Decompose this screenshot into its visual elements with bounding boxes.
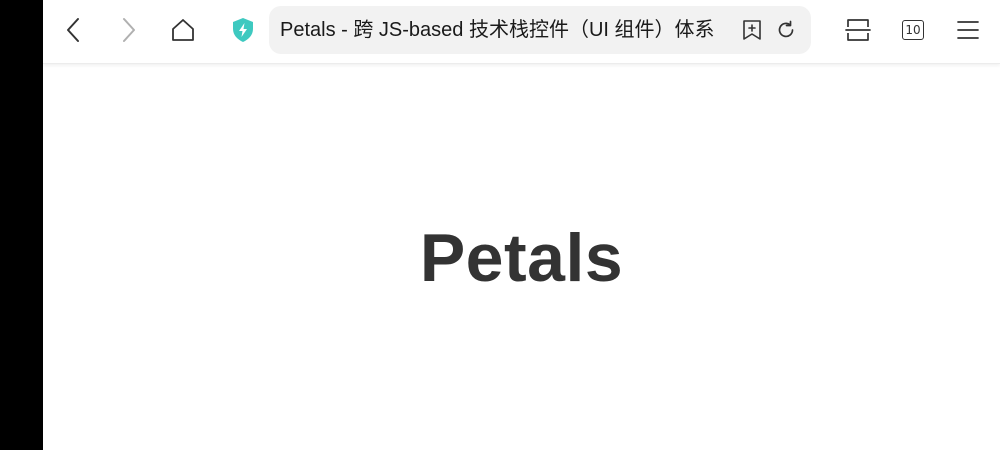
split-view-button[interactable] [840,12,876,48]
address-bar[interactable]: Petals - 跨 JS-based 技术栈控件（UI 组件）体系 [269,6,811,54]
security-shield-icon [233,18,253,42]
bookmark-add-button[interactable] [740,18,764,42]
back-button[interactable] [56,12,92,48]
reload-button[interactable] [774,18,798,42]
tabs-button[interactable]: 10 [895,12,931,48]
page-heading: Petals [419,220,624,296]
menu-icon [957,21,979,39]
menu-button[interactable] [950,12,986,48]
reload-icon [778,20,794,38]
forward-icon [123,18,135,42]
page-title-text[interactable]: Petals - 跨 JS-based 技术栈控件（UI 组件）体系 [280,6,740,54]
home-button[interactable] [165,12,201,48]
browser-toolbar: Petals - 跨 JS-based 技术栈控件（UI 组件）体系 10 [43,0,1000,64]
bookmark-add-icon [743,20,761,40]
tabs-icon: 10 [902,20,924,40]
browser-screen: Petals - 跨 JS-based 技术栈控件（UI 组件）体系 10 Pe… [43,0,1000,450]
security-button[interactable] [225,12,261,48]
back-icon [67,18,79,42]
home-icon [172,19,194,41]
forward-button[interactable] [110,12,146,48]
split-view-icon [845,19,871,41]
